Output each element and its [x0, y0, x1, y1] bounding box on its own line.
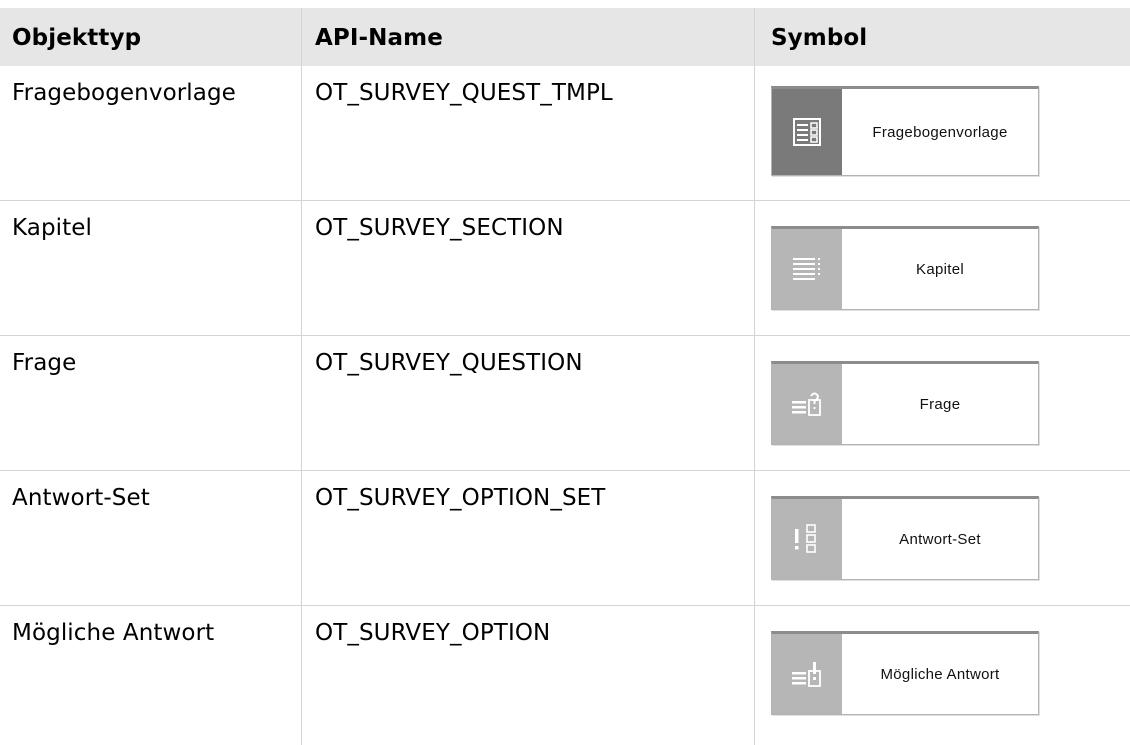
survey-template-icon [772, 89, 842, 175]
symbol-label: Kapitel [916, 260, 964, 278]
api-name-cell: OT_SURVEY_SECTION [302, 201, 755, 335]
table-row: Antwort-Set OT_SURVEY_OPTION_SET Antwort… [0, 471, 1130, 606]
option-set-icon [772, 499, 842, 579]
api-name-cell: OT_SURVEY_QUESTION [302, 336, 755, 470]
api-name-cell: OT_SURVEY_QUEST_TMPL [302, 66, 755, 200]
symbol-label: Fragebogenvorlage [872, 123, 1008, 141]
table-row: Mögliche Antwort OT_SURVEY_OPTION Möglic… [0, 606, 1130, 745]
section-lines-icon [772, 229, 842, 309]
symbol-cell: Kapitel [755, 201, 1130, 335]
objekttyp-cell: Frage [0, 336, 302, 470]
symbol-cell: Antwort-Set [755, 471, 1130, 605]
symbol-box: Mögliche Antwort [771, 631, 1039, 715]
header-symbol: Symbol [771, 25, 868, 51]
symbol-box: Fragebogenvorlage [771, 86, 1039, 176]
table-row: Fragebogenvorlage OT_SURVEY_QUEST_TMPL F… [0, 66, 1130, 201]
symbol-box: Antwort-Set [771, 496, 1039, 580]
header-api-name: API-Name [302, 8, 755, 66]
table-header: Objekttyp API-Name Symbol [0, 8, 1130, 66]
symbol-box: Frage [771, 361, 1039, 445]
symbol-cell: Fragebogenvorlage [755, 66, 1130, 200]
option-icon [772, 634, 842, 714]
symbol-label: Frage [919, 395, 961, 413]
objekttyp-cell: Mögliche Antwort [0, 606, 302, 745]
question-icon [772, 364, 842, 444]
symbol-cell: Frage [755, 336, 1130, 470]
api-name-cell: OT_SURVEY_OPTION [302, 606, 755, 745]
objekttyp-cell: Kapitel [0, 201, 302, 335]
object-type-table: Objekttyp API-Name Symbol Fragebogenvorl… [0, 8, 1130, 745]
symbol-box: Kapitel [771, 226, 1039, 310]
symbol-label: Mögliche Antwort [880, 665, 1000, 683]
objekttyp-cell: Antwort-Set [0, 471, 302, 605]
table-row: Kapitel OT_SURVEY_SECTION Kapitel [0, 201, 1130, 336]
api-name-cell: OT_SURVEY_OPTION_SET [302, 471, 755, 605]
table-row: Frage OT_SURVEY_QUESTION Frage [0, 336, 1130, 471]
objekttyp-cell: Fragebogenvorlage [0, 66, 302, 200]
symbol-cell: Mögliche Antwort [755, 606, 1130, 745]
symbol-label: Antwort-Set [899, 530, 981, 548]
header-objekttyp: Objekttyp [0, 8, 302, 66]
